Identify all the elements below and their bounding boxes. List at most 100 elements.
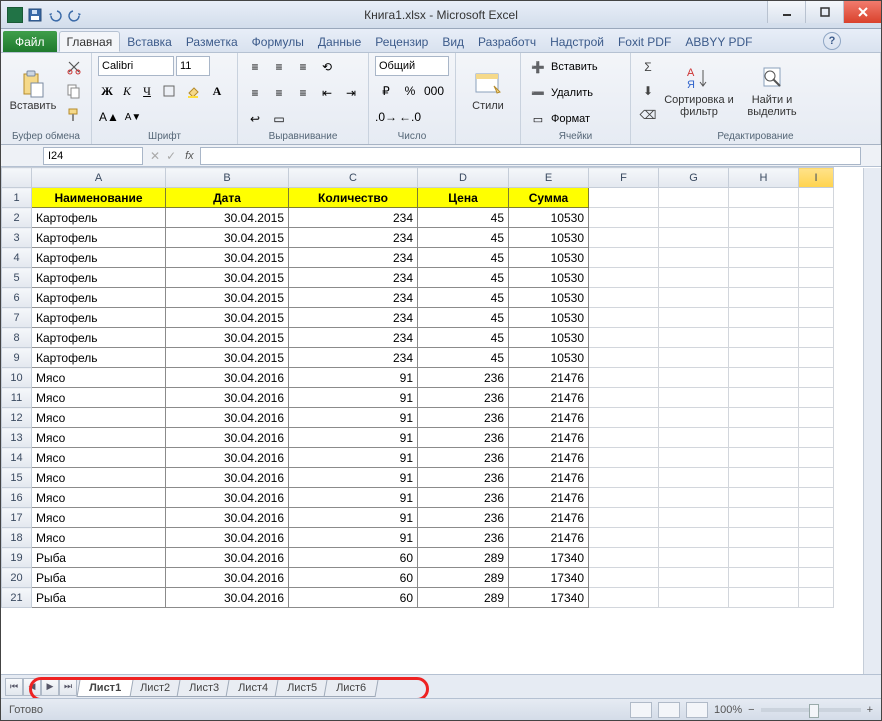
cell[interactable] (799, 408, 834, 428)
cell[interactable]: 91 (289, 528, 418, 548)
cell[interactable] (659, 328, 729, 348)
cell[interactable]: 21476 (509, 488, 589, 508)
cell[interactable] (659, 428, 729, 448)
cell[interactable]: 21476 (509, 368, 589, 388)
indent-dec-icon[interactable]: ⇤ (316, 82, 338, 104)
cell[interactable] (659, 408, 729, 428)
cell[interactable]: 234 (289, 348, 418, 368)
cell[interactable]: Картофель (32, 268, 166, 288)
cell[interactable] (589, 368, 659, 388)
cut-icon[interactable] (63, 56, 85, 78)
cell[interactable] (659, 268, 729, 288)
cell[interactable]: 91 (289, 488, 418, 508)
cell[interactable]: 234 (289, 268, 418, 288)
undo-icon[interactable] (47, 7, 63, 23)
cell[interactable]: 236 (418, 528, 509, 548)
cell[interactable] (729, 348, 799, 368)
cell[interactable] (589, 508, 659, 528)
cell[interactable]: 236 (418, 408, 509, 428)
cell[interactable] (729, 448, 799, 468)
italic-button[interactable]: К (118, 80, 136, 102)
cell[interactable]: 236 (418, 508, 509, 528)
cell[interactable] (799, 288, 834, 308)
cell[interactable]: Количество (289, 188, 418, 208)
cell[interactable] (799, 188, 834, 208)
cell[interactable] (799, 568, 834, 588)
cell[interactable] (729, 288, 799, 308)
cell[interactable] (799, 208, 834, 228)
paste-button[interactable]: Вставить (7, 56, 59, 124)
shrink-font-icon[interactable]: A▼ (122, 106, 144, 128)
cell[interactable] (729, 428, 799, 448)
cell[interactable] (729, 488, 799, 508)
cell[interactable]: 60 (289, 548, 418, 568)
cell[interactable]: 234 (289, 288, 418, 308)
cell[interactable] (729, 468, 799, 488)
view-normal-icon[interactable] (630, 702, 652, 718)
sheet-nav-next-icon[interactable]: ▶ (41, 678, 59, 696)
vertical-scrollbar[interactable] (863, 168, 881, 674)
cell[interactable]: Рыба (32, 588, 166, 608)
row-header[interactable]: 8 (2, 328, 32, 348)
enter-icon[interactable]: ✓ (163, 149, 179, 163)
cell[interactable]: Мясо (32, 388, 166, 408)
cell[interactable]: 289 (418, 568, 509, 588)
cell[interactable]: Картофель (32, 248, 166, 268)
col-header-H[interactable]: H (729, 168, 799, 188)
font-size-combo[interactable] (176, 56, 210, 76)
zoom-slider[interactable] (761, 708, 861, 712)
cell[interactable]: 234 (289, 248, 418, 268)
cell[interactable] (799, 588, 834, 608)
row-header[interactable]: 5 (2, 268, 32, 288)
cell[interactable]: Картофель (32, 328, 166, 348)
cell[interactable] (729, 268, 799, 288)
cell[interactable]: 91 (289, 448, 418, 468)
indent-inc-icon[interactable]: ⇥ (340, 82, 362, 104)
row-header[interactable]: 2 (2, 208, 32, 228)
cell[interactable]: Мясо (32, 488, 166, 508)
cell[interactable] (799, 248, 834, 268)
cell[interactable]: 30.04.2016 (166, 488, 289, 508)
align-bottom-icon[interactable]: ≡ (292, 56, 314, 78)
cell[interactable] (659, 368, 729, 388)
underline-button[interactable]: Ч (138, 80, 156, 102)
cell[interactable]: 30.04.2015 (166, 268, 289, 288)
sheet-tab-Лист2[interactable]: Лист2 (128, 680, 183, 697)
row-header[interactable]: 14 (2, 448, 32, 468)
cell[interactable] (589, 468, 659, 488)
cell[interactable] (659, 228, 729, 248)
row-header[interactable]: 6 (2, 288, 32, 308)
cell[interactable] (729, 308, 799, 328)
ribbon-tab-ABBYY PDF[interactable]: ABBYY PDF (678, 31, 759, 52)
styles-button[interactable]: Стили (462, 56, 514, 124)
cell[interactable]: 10530 (509, 228, 589, 248)
cell[interactable]: Сумма (509, 188, 589, 208)
cell[interactable] (589, 428, 659, 448)
col-header-D[interactable]: D (418, 168, 509, 188)
currency-icon[interactable]: ₽ (375, 80, 397, 102)
col-header-I[interactable]: I (799, 168, 834, 188)
cell[interactable]: Мясо (32, 468, 166, 488)
cell[interactable]: 236 (418, 448, 509, 468)
fx-icon[interactable]: fx (179, 150, 200, 162)
cell[interactable] (659, 308, 729, 328)
cell[interactable]: 30.04.2016 (166, 568, 289, 588)
cell[interactable]: Мясо (32, 408, 166, 428)
cell[interactable]: Мясо (32, 528, 166, 548)
cell[interactable] (799, 228, 834, 248)
cell[interactable]: 289 (418, 548, 509, 568)
ribbon-tab-Рецензир[interactable]: Рецензир (368, 31, 435, 52)
cell[interactable] (589, 408, 659, 428)
cell[interactable]: Рыба (32, 548, 166, 568)
cell[interactable] (659, 528, 729, 548)
cell[interactable]: 236 (418, 388, 509, 408)
align-right-icon[interactable]: ≡ (292, 82, 314, 104)
col-header-B[interactable]: B (166, 168, 289, 188)
row-header[interactable]: 4 (2, 248, 32, 268)
cell[interactable]: 91 (289, 388, 418, 408)
cell[interactable]: 91 (289, 468, 418, 488)
cell[interactable]: 10530 (509, 308, 589, 328)
bold-button[interactable]: Ж (98, 80, 116, 102)
sheet-nav-prev-icon[interactable]: ◀ (23, 678, 41, 696)
cell[interactable]: 10530 (509, 268, 589, 288)
